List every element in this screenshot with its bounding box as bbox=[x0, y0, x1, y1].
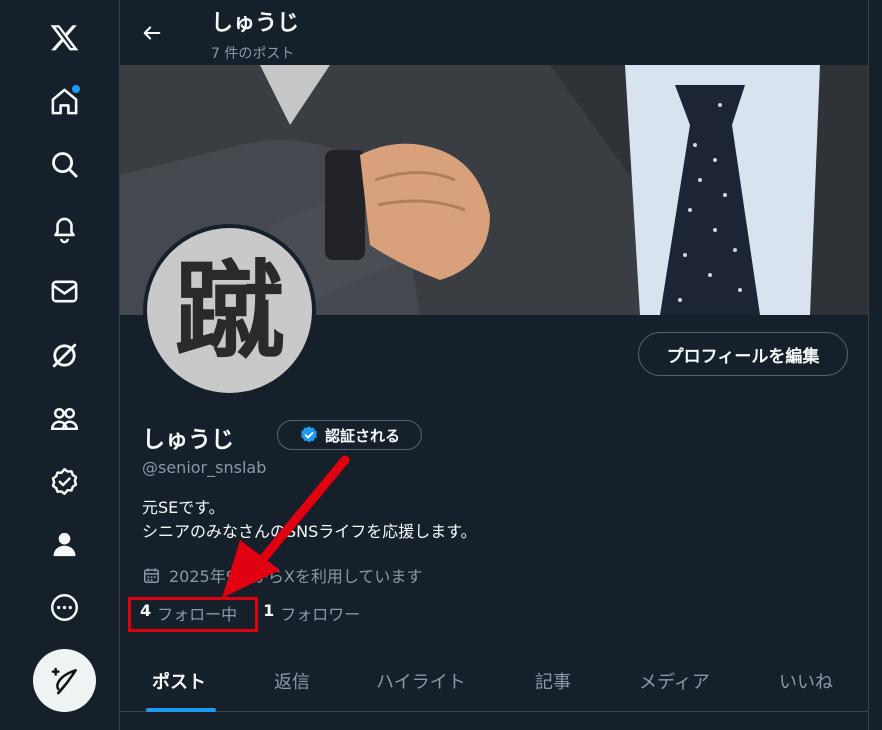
grok-icon[interactable] bbox=[37, 328, 91, 382]
back-button[interactable] bbox=[134, 15, 170, 51]
sidebar bbox=[0, 0, 120, 730]
home-icon[interactable] bbox=[37, 74, 91, 128]
compose-post-button[interactable] bbox=[33, 649, 96, 712]
verified-icon[interactable] bbox=[37, 454, 91, 508]
bio-line-2: シニアのみなさんのSNSライフを応援します。 bbox=[142, 522, 477, 541]
get-verified-button[interactable]: 認証される bbox=[277, 420, 422, 450]
tab-articles[interactable]: 記事 bbox=[535, 652, 571, 710]
header-name: しゅうじ bbox=[211, 11, 300, 36]
annotation-highlight-box bbox=[128, 597, 258, 632]
tab-highlights[interactable]: ハイライト bbox=[376, 652, 466, 710]
joined-date: 2025年9月からXを利用しています bbox=[142, 563, 422, 587]
tab-likes[interactable]: いいね bbox=[779, 652, 833, 710]
tab-posts[interactable]: ポスト bbox=[152, 652, 206, 710]
profile-handle: @senior_snslab bbox=[142, 458, 267, 477]
followers-label: フォロワー bbox=[280, 605, 361, 624]
edit-profile-button[interactable]: プロフィールを編集 bbox=[638, 332, 848, 376]
search-icon[interactable] bbox=[37, 137, 91, 191]
verified-badge-icon bbox=[300, 426, 317, 443]
tab-media[interactable]: メディア bbox=[639, 652, 710, 710]
joined-text: 2025年9月からXを利用しています bbox=[169, 567, 423, 586]
profile-tabs: ポスト 返信 ハイライト 記事 メディア いいね bbox=[120, 652, 868, 712]
followers-link[interactable]: 1 フォロワー bbox=[263, 601, 360, 625]
compose-post-icon bbox=[51, 667, 77, 694]
verified-button-label: 認証される bbox=[324, 426, 400, 445]
profile-column: しゅうじ 7 件のポスト 蹴 プロフィールを編集 しゅうじ 認証される @sen… bbox=[120, 0, 869, 730]
more-icon[interactable] bbox=[37, 580, 91, 634]
profile-icon[interactable] bbox=[37, 517, 91, 571]
header-post-count: 7 件のポスト bbox=[211, 46, 295, 62]
calendar-icon bbox=[144, 567, 159, 583]
profile-bio: 元SEです。 シニアのみなさんのSNSライフを応援します。 bbox=[142, 496, 477, 544]
bell-icon[interactable] bbox=[37, 201, 91, 255]
profile-name: しゅうじ bbox=[142, 427, 234, 453]
notification-dot bbox=[72, 85, 80, 93]
bio-line-1: 元SEです。 bbox=[142, 498, 225, 517]
followers-count: 1 bbox=[263, 601, 275, 620]
tab-replies[interactable]: 返信 bbox=[274, 652, 310, 710]
profile-avatar[interactable]: 蹴 bbox=[143, 224, 316, 397]
mail-icon[interactable] bbox=[37, 264, 91, 318]
active-tab-indicator bbox=[146, 708, 216, 712]
communities-icon[interactable] bbox=[37, 391, 91, 445]
back-arrow-icon bbox=[143, 26, 161, 40]
profile-header: しゅうじ 7 件のポスト bbox=[120, 0, 868, 65]
x-logo-icon[interactable] bbox=[37, 10, 91, 64]
avatar-calligraphy: 蹴 bbox=[173, 247, 286, 373]
